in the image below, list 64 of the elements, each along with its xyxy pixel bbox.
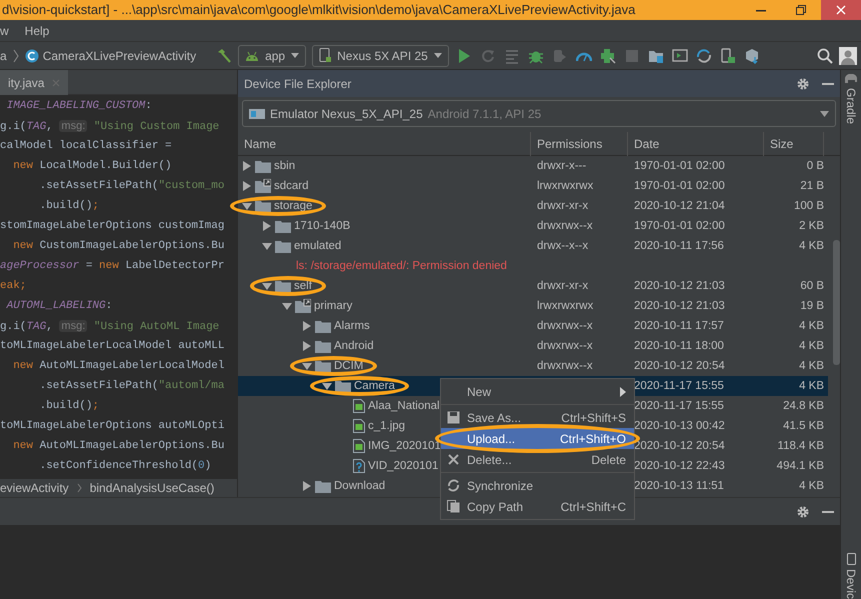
size-cell: 4 KB <box>799 480 824 492</box>
code-line: .setAssetFilePath("custom_mo <box>38 179 226 194</box>
code-line: toMLImageLabelerOptions autoMLOpti <box>0 419 226 434</box>
size-cell: 60 B <box>800 280 824 292</box>
permissions-cell: drwxrwx--x <box>537 320 593 332</box>
size-cell: 4 KB <box>799 320 824 332</box>
code-line: stomImageLabelerOptions customImag <box>0 219 226 234</box>
error-message: ls: /storage/emulated/: Permission denied <box>296 259 507 274</box>
code-line: g.i(TAG, msg: "Using Custom Image <box>0 119 220 135</box>
size-cell: 4 KB <box>799 240 824 252</box>
permissions-cell: drwxr-xr-x <box>537 280 588 292</box>
window-title: d\vision-quickstart] - ...\app\src\main\java\com\google\mlkit\vision\demo\java\CameraXLivePreviewActivity.java <box>1 1 636 20</box>
code-line: IMAGE_LABELING_CUSTOM: <box>6 99 153 114</box>
date-cell: 2020-10-12 22:43 <box>634 460 725 472</box>
date-cell: 2020-10-11 17:56 <box>634 240 724 252</box>
date-cell: 2020-10-12 20:54 <box>634 440 725 452</box>
permissions-cell: lrwxrwxrwx <box>537 180 594 192</box>
permissions-cell: drwxr-x--- <box>537 160 586 172</box>
date-cell: 2020-10-13 00:42 <box>634 420 725 432</box>
code-line: new LocalModel.Builder() <box>12 159 173 174</box>
date-cell: 1970-01-01 02:00 <box>634 180 725 192</box>
code-line: .setConfidenceThreshold(0) <box>38 459 212 474</box>
size-cell: 4 KB <box>799 340 824 352</box>
code-line: .setAssetFilePath("automl/ma <box>38 379 226 394</box>
code-line: new CustomImageLabelerOptions.Bu <box>12 239 226 254</box>
code-line: eak; <box>0 279 28 294</box>
size-cell: 4 KB <box>799 360 824 372</box>
date-cell: 2020-10-11 17:57 <box>634 320 724 332</box>
date-cell: 2020-11-17 15:55 <box>634 400 724 412</box>
date-cell: 2020-10-12 20:54 <box>634 360 725 372</box>
size-cell: 4 KB <box>799 380 824 392</box>
code-line: new AutoMLImageLabelerOptions.Bu <box>12 439 226 454</box>
code-line: calModel localClassifier = <box>0 139 173 154</box>
code-line: ageProcessor = new LabelDetectorPr <box>0 259 226 274</box>
permissions-cell: drwxrwx--x <box>537 340 593 352</box>
permissions-cell: drwxrwx--x <box>537 360 593 372</box>
code-line: .build(); <box>38 399 100 414</box>
date-cell: 2020-10-11 18:00 <box>634 340 724 352</box>
code-line: g.i(TAG, msg: "Using AutoML Image <box>0 319 220 335</box>
size-cell: 0 B <box>806 160 824 172</box>
code-line: new AutoMLImageLabelerLocalModel <box>12 359 226 374</box>
size-cell: 118.4 KB <box>778 440 824 452</box>
permissions-cell: drwx--x--x <box>537 240 588 252</box>
code-line: AUTOML_LABELING: <box>5 299 114 314</box>
panel-title: Device File Explorer <box>244 76 352 92</box>
size-cell: 24.8 KB <box>783 400 824 412</box>
size-cell: 100 B <box>794 200 824 212</box>
permissions-cell: lrwxrwxrwx <box>537 300 594 312</box>
permissions-cell: drwxrwx--x <box>537 220 593 232</box>
date-cell: 2020-11-17 15:55 <box>634 380 724 392</box>
date-cell: 2020-10-12 21:04 <box>634 200 725 212</box>
date-cell: 2020-10-12 21:03 <box>634 280 725 292</box>
size-cell: 2 KB <box>799 220 824 232</box>
code-line: .build(); <box>38 199 100 214</box>
code-line: toMLImageLabelerLocalModel autoMLL <box>0 339 226 354</box>
size-cell: 21 B <box>800 180 824 192</box>
date-cell: 1970-01-01 02:00 <box>634 220 725 232</box>
size-cell: 494.1 KB <box>776 460 824 472</box>
date-cell: 2020-10-12 21:03 <box>634 300 725 312</box>
size-cell: 19 B <box>800 300 824 312</box>
size-cell: 41.5 KB <box>783 420 824 432</box>
permissions-cell: drwxr-xr-x <box>537 200 588 212</box>
date-cell: 2020-10-13 11:51 <box>634 480 724 492</box>
date-cell: 1970-01-01 02:00 <box>634 160 725 172</box>
